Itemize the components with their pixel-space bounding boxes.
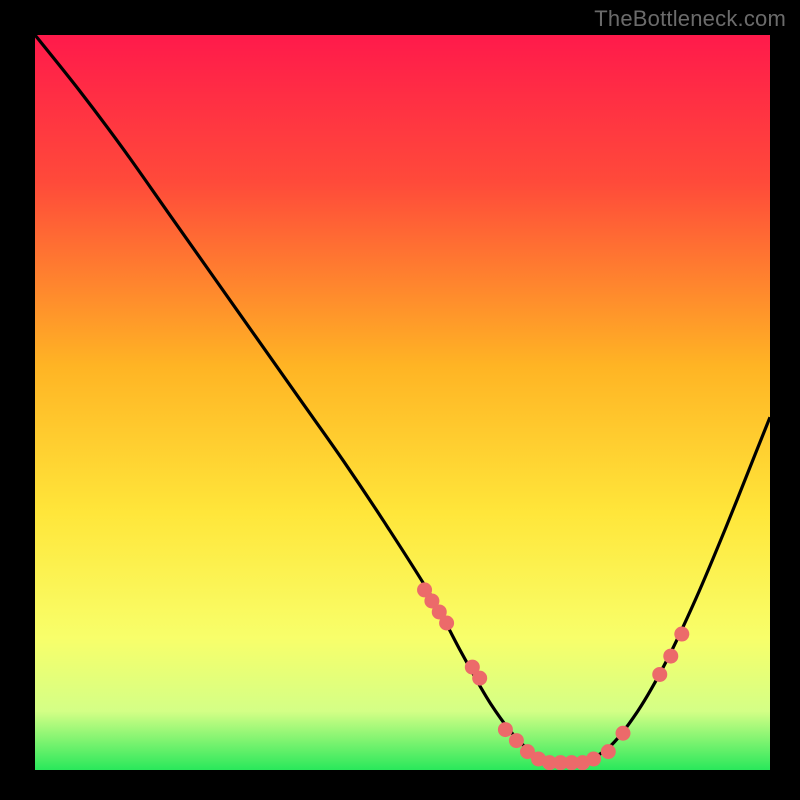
highlight-dot <box>663 649 678 664</box>
highlight-dot <box>498 722 513 737</box>
bottleneck-chart <box>0 0 800 800</box>
highlight-dot <box>586 751 601 766</box>
highlight-dot <box>472 671 487 686</box>
plot-background <box>35 35 770 770</box>
highlight-dot <box>439 616 454 631</box>
chart-frame: TheBottleneck.com <box>0 0 800 800</box>
highlight-dot <box>616 726 631 741</box>
highlight-dot <box>652 667 667 682</box>
highlight-dot <box>601 744 616 759</box>
highlight-dot <box>509 733 524 748</box>
watermark-text: TheBottleneck.com <box>594 6 786 32</box>
highlight-dot <box>674 627 689 642</box>
